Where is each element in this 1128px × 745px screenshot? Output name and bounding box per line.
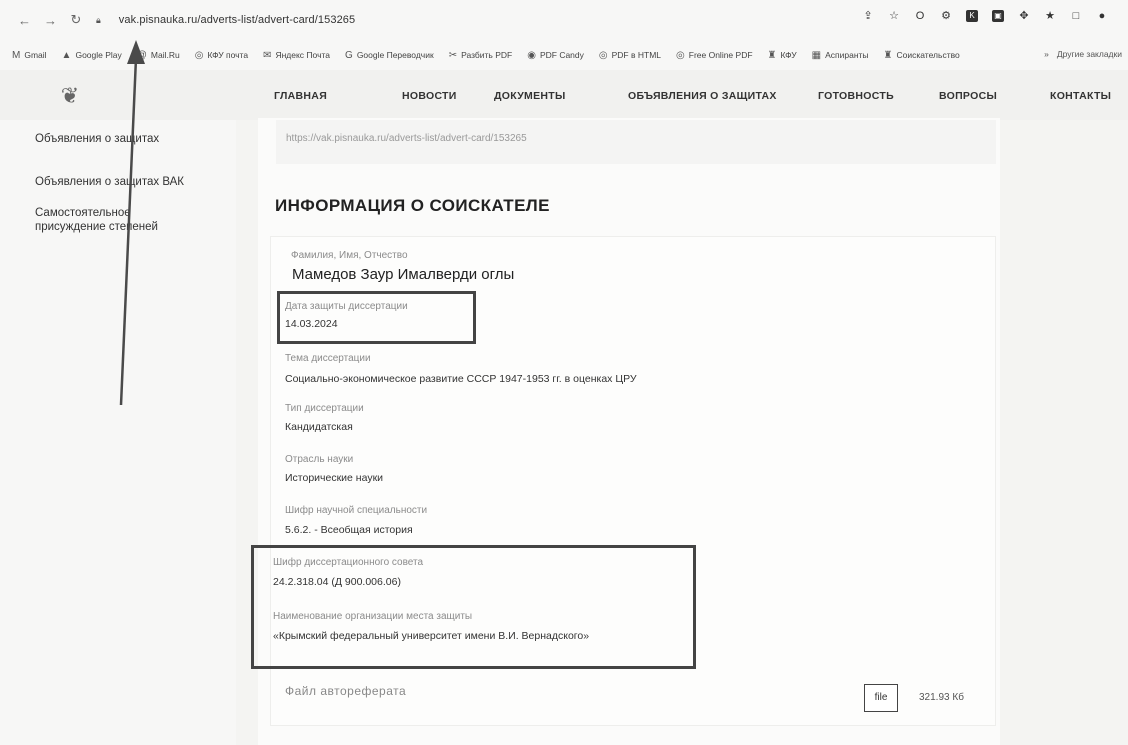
advert-link[interactable]: https://vak.pisnauka.ru/adverts-list/adv… <box>286 133 527 144</box>
share-icon[interactable]: ⇪ <box>862 10 874 22</box>
file-download-button[interactable]: file <box>864 684 898 712</box>
lock-icon[interactable]: 🔒︎ <box>96 15 101 26</box>
emblem-logo-icon[interactable]: ❦ <box>52 80 88 112</box>
play-icon: ▲ <box>61 49 72 61</box>
field-value-type: Кандидатская <box>285 421 353 433</box>
bookmark-aspiranty[interactable]: ▦ Аспиранты <box>812 50 869 61</box>
reload-icon[interactable]: ↻ <box>70 12 82 28</box>
translate-icon: G <box>345 49 353 61</box>
address-bar[interactable]: vak.pisnauka.ru/adverts-list/advert-card… <box>119 14 355 26</box>
bookmark-kfu-mail[interactable]: ◎ КФУ почта <box>195 50 248 61</box>
extension-k-icon[interactable]: K <box>966 10 978 22</box>
candy-icon: ◉ <box>527 49 536 61</box>
window-icon[interactable]: □ <box>1070 10 1082 22</box>
bookmark-soiskatelstvo[interactable]: ♜ Соискательство <box>884 50 960 61</box>
menu-item-questions[interactable]: ВОПРОСЫ <box>939 90 1050 102</box>
bookmark-free-online-pdf[interactable]: ◎ Free Online PDF <box>676 50 753 61</box>
highlight-box-defense-date <box>277 291 476 344</box>
back-icon[interactable]: ← <box>18 13 31 28</box>
file-size: 321.93 Кб <box>919 692 964 703</box>
bookmark-yandex-mail[interactable]: ✉ Яндекс Почта <box>263 50 330 61</box>
building-icon: ♜ <box>767 49 777 61</box>
profile-icon[interactable]: ● <box>1096 10 1108 22</box>
bookmark-pdf-html[interactable]: ◎ PDF в HTML <box>599 50 661 61</box>
bookmark-google-translate[interactable]: G Google Переводчик <box>345 50 434 61</box>
table-icon: ▦ <box>811 49 822 61</box>
bookmark-mailru[interactable]: @ Mail.Ru <box>137 50 180 61</box>
sidebar-item-self-awarding[interactable]: Самостоятельное присуждение степеней <box>35 206 195 234</box>
site-header: ❦ ГЛАВНАЯ НОВОСТИ ДОКУМЕНТЫ ОБЪЯВЛЕНИЯ О… <box>0 70 1128 120</box>
field-label-full-name: Фамилия, Имя, Отчество <box>291 250 408 261</box>
globe-icon: ◎ <box>676 49 685 61</box>
menu-item-news[interactable]: НОВОСТИ <box>402 90 494 102</box>
globe-icon: ◎ <box>194 49 204 61</box>
extension-image-icon[interactable]: ▣ <box>992 10 1004 22</box>
field-label-topic: Тема диссертации <box>285 353 371 364</box>
bookmark-split-pdf[interactable]: ✂ Разбить PDF <box>449 50 513 61</box>
menu-item-defense-announcements[interactable]: ОБЪЯВЛЕНИЯ О ЗАЩИТАХ <box>628 90 818 102</box>
split-icon: ✂ <box>448 49 458 61</box>
extension-icon[interactable]: ⚙ <box>940 10 952 22</box>
opera-icon[interactable]: O <box>914 10 926 22</box>
menu-item-readiness[interactable]: ГОТОВНОСТЬ <box>818 90 939 102</box>
browser-toolbar: ← → ↻ 🔒︎ vak.pisnauka.ru/adverts-list/ad… <box>0 0 1128 40</box>
highlight-box-council <box>251 545 696 669</box>
envelope-icon: ✉ <box>263 49 272 61</box>
bookmarks-overflow: » Другие закладки <box>1044 49 1122 59</box>
building-icon: ♜ <box>883 49 893 61</box>
extension-icons: ⇪ ☆ O ⚙ K ▣ ✥ ★ □ ● <box>862 10 1108 22</box>
section-title: ИНФОРМАЦИЯ О СОИСКАТЕЛЕ <box>275 196 550 215</box>
bookmarks-more-button[interactable]: » <box>1044 49 1049 59</box>
menu-item-contacts[interactable]: КОНТАКТЫ <box>1050 90 1111 102</box>
field-value-topic: Социально-экономическое развитие СССР 19… <box>285 373 637 385</box>
other-bookmarks[interactable]: Другие закладки <box>1057 49 1122 59</box>
forward-icon[interactable]: → <box>44 13 57 28</box>
bookmark-kfu[interactable]: ♜ КФУ <box>768 50 797 61</box>
bookmarks-bar: M Gmail ▲ Google Play @ Mail.Ru ◎ КФУ почта … <box>0 40 1128 70</box>
puzzle-icon[interactable]: ✥ <box>1018 10 1030 22</box>
globe-icon: ◎ <box>598 49 608 61</box>
bookmark-pdf-candy[interactable]: ◉ PDF Candy <box>527 50 584 61</box>
field-label-type: Тип диссертации <box>285 403 364 414</box>
star-icon[interactable]: ☆ <box>888 10 900 22</box>
menu-item-home[interactable]: ГЛАВНАЯ <box>274 90 402 102</box>
bookmark-gmail[interactable]: M Gmail <box>12 50 47 61</box>
field-value-specialty-code: 5.6.2. - Всеобщая история <box>285 524 413 536</box>
menu-item-documents[interactable]: ДОКУМЕНТЫ <box>494 90 628 102</box>
field-value-full-name: Мамедов Заур Ималверди оглы <box>292 266 515 283</box>
gmail-icon: M <box>12 49 21 61</box>
sidebar-item-defense-announcements[interactable]: Объявления о защитах <box>35 132 159 146</box>
main-menu: ГЛАВНАЯ НОВОСТИ ДОКУМЕНТЫ ОБЪЯВЛЕНИЯ О З… <box>274 90 1111 102</box>
bookmark-google-play[interactable]: ▲ Google Play <box>62 50 122 61</box>
field-label-science-branch: Отрасль науки <box>285 454 354 465</box>
sidebar-item-vak-announcements[interactable]: Объявления о защитах ВАК <box>35 175 184 189</box>
abstract-file-label: Файл автореферата <box>285 684 407 698</box>
mail-icon: @ <box>136 49 147 61</box>
field-label-specialty-code: Шифр научной специальности <box>285 505 428 516</box>
field-value-science-branch: Исторические науки <box>285 472 384 484</box>
bookmark-star-icon[interactable]: ★ <box>1044 10 1056 22</box>
